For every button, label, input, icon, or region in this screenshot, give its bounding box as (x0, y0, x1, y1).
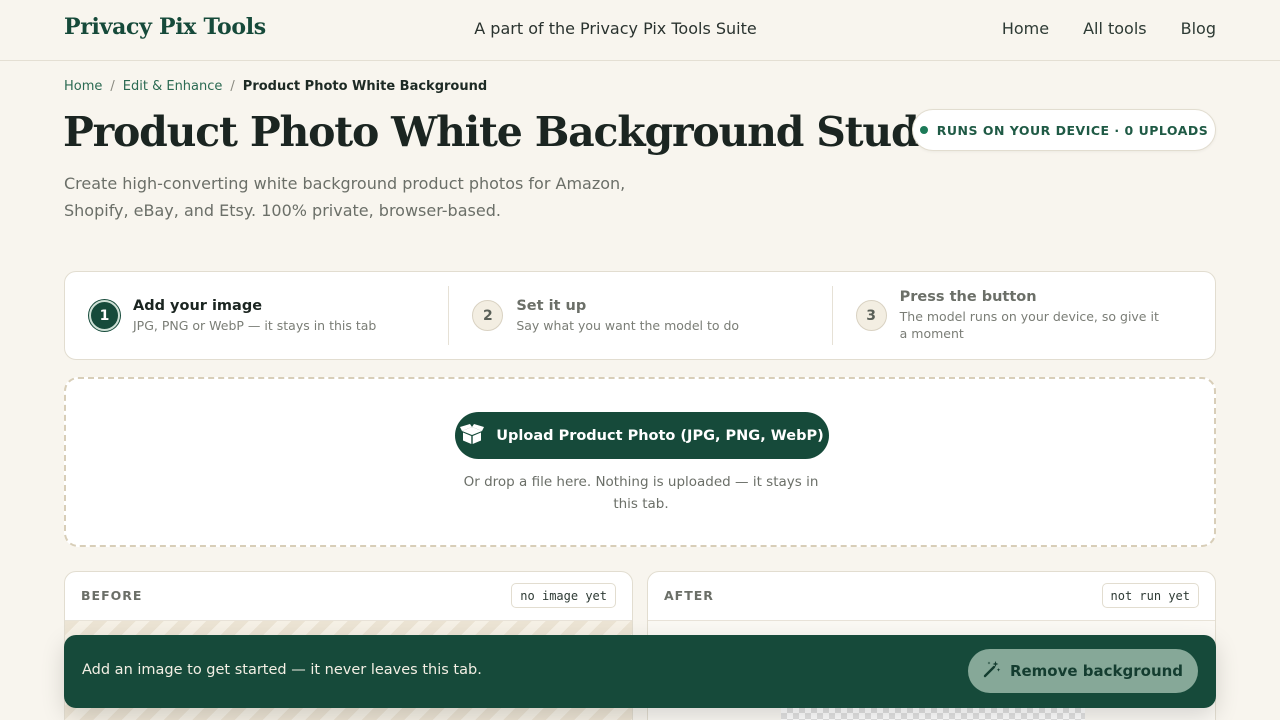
step-number: 3 (855, 300, 887, 331)
privacy-badge: RUNS ON YOUR DEVICE · 0 UPLOADS (912, 109, 1216, 151)
step-press-button: 3 Press the button The model runs on you… (831, 272, 1215, 359)
breadcrumb-separator: / (230, 79, 235, 94)
step-number: 1 (89, 300, 120, 331)
magic-wand-icon (983, 660, 1001, 682)
step-description: The model runs on your device, so give i… (899, 309, 1159, 341)
breadcrumb-separator: / (110, 79, 115, 94)
before-label: BEFORE (81, 588, 143, 603)
breadcrumb: Home / Edit & Enhance / Product Photo Wh… (64, 79, 487, 94)
step-title: Set it up (516, 297, 587, 314)
drop-hint: Or drop a file here. Nothing is uploaded… (463, 474, 819, 512)
page-subtitle: Create high-converting white background … (64, 174, 626, 220)
step-description: JPG, PNG or WebP — it stays in this tab (133, 317, 377, 333)
upload-photo-button[interactable]: Upload Product Photo (JPG, PNG, WebP) (455, 412, 829, 459)
step-title: Add your image (133, 297, 263, 314)
main-nav: Home All tools Blog (1002, 19, 1216, 38)
nav-blog[interactable]: Blog (1181, 19, 1216, 38)
page-title: Product Photo White Background Studio (63, 108, 960, 156)
remove-button-label: Remove background (1009, 662, 1184, 680)
file-drop-zone[interactable]: Upload Product Photo (JPG, PNG, WebP) Or… (64, 377, 1216, 547)
step-title: Press the button (899, 289, 1037, 305)
transparency-checkerboard (781, 707, 1085, 720)
breadcrumb-home[interactable]: Home (64, 79, 102, 94)
nav-all-tools[interactable]: All tools (1083, 19, 1147, 38)
action-bar: Add an image to get started — it never l… (64, 635, 1216, 708)
breadcrumb-edit-enhance[interactable]: Edit & Enhance (123, 79, 223, 94)
before-status-chip: no image yet (511, 583, 616, 608)
privacy-badge-label: RUNS ON YOUR DEVICE · 0 UPLOADS (936, 122, 1209, 138)
open-box-icon (460, 423, 485, 448)
step-add-image: 1 Add your image JPG, PNG or WebP — it s… (65, 272, 448, 359)
status-dot-icon (919, 126, 928, 134)
step-set-up: 2 Set it up Say what you want the model … (448, 272, 831, 359)
breadcrumb-current: Product Photo White Background (242, 79, 488, 94)
steps-card: 1 Add your image JPG, PNG or WebP — it s… (64, 271, 1216, 360)
action-bar-message: Add an image to get started — it never l… (82, 662, 482, 678)
upload-button-label: Upload Product Photo (JPG, PNG, WebP) (496, 427, 824, 444)
after-status-chip: not run yet (1101, 583, 1199, 608)
nav-home[interactable]: Home (1002, 19, 1049, 38)
remove-background-button[interactable]: Remove background (968, 649, 1198, 693)
after-label: AFTER (664, 588, 714, 603)
step-description: Say what you want the model to do (516, 317, 740, 333)
top-bar: Privacy Pix Tools A part of the Privacy … (0, 0, 1280, 61)
step-number: 2 (472, 300, 504, 331)
